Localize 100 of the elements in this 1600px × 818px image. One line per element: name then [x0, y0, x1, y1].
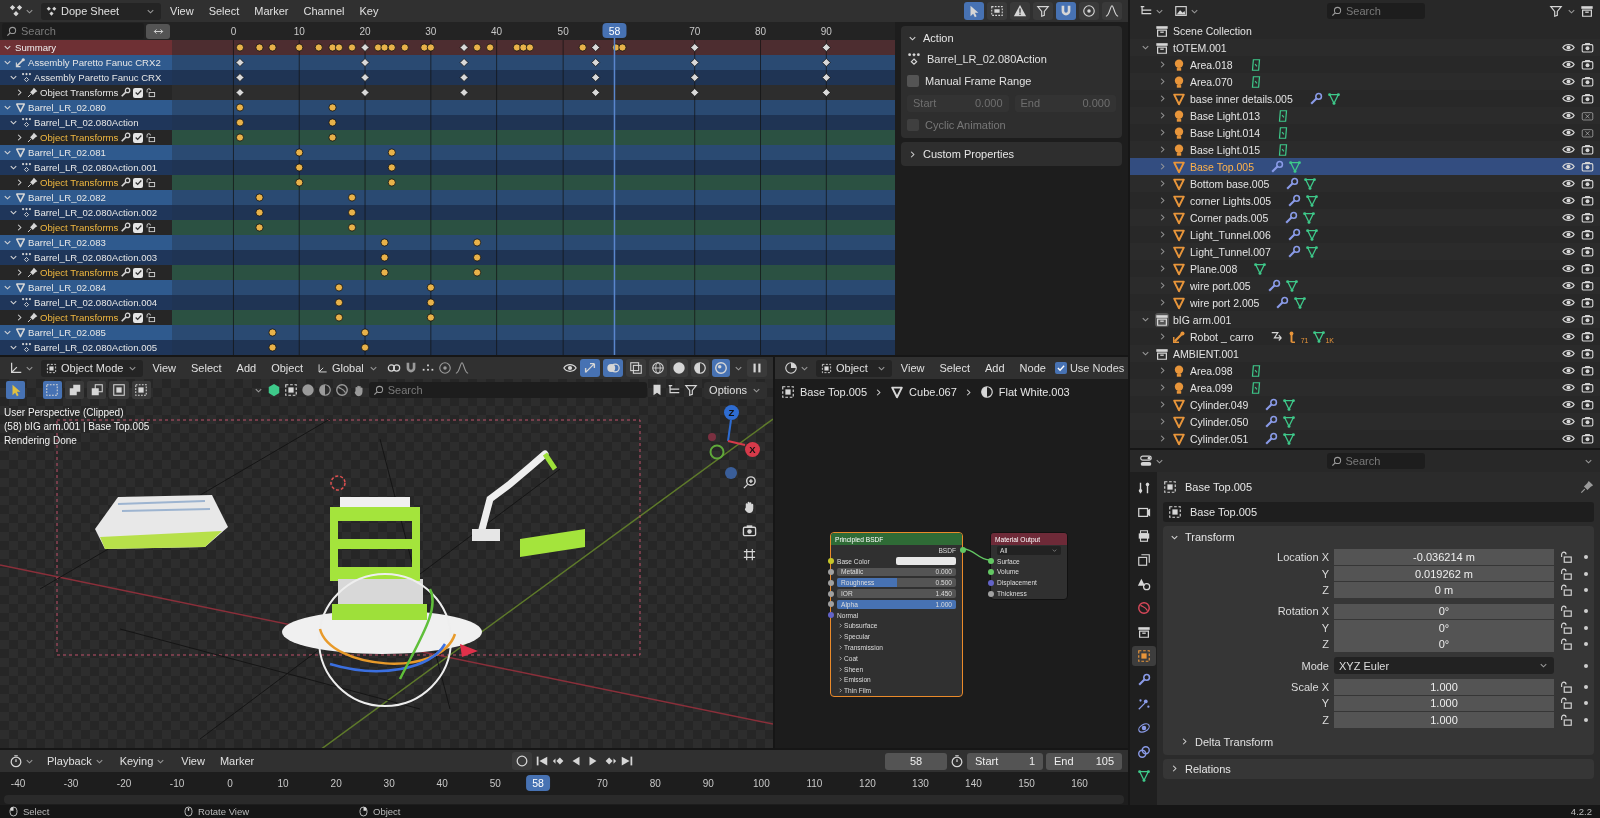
panel-title: Action — [923, 32, 954, 44]
frame-number: 80 — [754, 26, 767, 37]
number-field[interactable]: 0 m — [1334, 582, 1554, 598]
action-name: Barrel_LR_02.080Action — [927, 53, 1047, 65]
menu-item[interactable]: View — [175, 753, 211, 769]
menu-item[interactable]: Node — [1013, 360, 1052, 376]
search-field[interactable]: Search — [2, 23, 144, 39]
channel-row[interactable]: Barrel_LR_02.084 — [0, 280, 172, 295]
editor-mode-dropdown[interactable]: Dope Sheet — [41, 2, 161, 20]
orientation-dropdown[interactable]: Global — [312, 359, 384, 377]
property-label: Location X — [1276, 551, 1329, 564]
viewport-info-text: (58) bIG arm.001 | Base Top.005 — [4, 421, 150, 432]
menu-item[interactable]: Marker — [213, 753, 261, 769]
panel-title: Delta Transform — [1195, 735, 1274, 748]
channel-row[interactable]: Barrel_LR_02.080Action.003 — [0, 250, 172, 265]
number-field[interactable]: 0° — [1334, 619, 1554, 636]
start-frame-field[interactable]: Start 1 — [967, 752, 1043, 770]
menu-item[interactable]: Marker — [248, 3, 295, 19]
channel-label: Assembly Paretto Fanuc CRX — [34, 72, 162, 83]
channel-row[interactable]: Barrel_LR_02.080Action.005 — [0, 340, 172, 355]
outliner-item-name: Cylinder.049 — [1190, 398, 1249, 411]
axis-button[interactable]: X — [745, 442, 760, 457]
frame-number: 10 — [277, 778, 289, 789]
channel-row[interactable]: Barrel_LR_02.080 — [0, 100, 172, 115]
outliner-row[interactable]: corner Lights.005 — [1130, 192, 1600, 209]
menu-item[interactable]: Add — [979, 360, 1011, 376]
channel-row[interactable]: Barrel_LR_02.080Action — [0, 115, 172, 130]
outliner-row[interactable]: Base Light.014 — [1130, 124, 1600, 141]
menu-item[interactable]: Playback — [41, 753, 111, 769]
menu-item[interactable]: Select — [933, 360, 977, 376]
frame-number: -30 — [63, 778, 79, 789]
property-label: Z — [1321, 638, 1329, 651]
shader-type-dropdown[interactable]: Object — [816, 359, 892, 377]
number-field[interactable]: 1.000 — [1334, 695, 1554, 712]
channel-row[interactable]: Barrel_LR_02.082 — [0, 190, 172, 205]
menu-item[interactable]: View — [146, 360, 183, 376]
channel-label: Barrel_LR_02.080Action.002 — [34, 207, 158, 218]
playhead[interactable]: 58 — [526, 775, 551, 791]
search-field[interactable]: Search — [368, 382, 648, 398]
menu-item[interactable]: Select — [185, 360, 228, 376]
checkbox-label: Manual Frame Range — [925, 75, 1032, 87]
outliner-row[interactable]: wire port 2.005 — [1130, 294, 1600, 311]
outliner-row[interactable]: Area.018 — [1130, 56, 1600, 73]
frame-number: 40 — [491, 26, 503, 37]
current-frame-field[interactable]: 58 — [885, 752, 947, 770]
mode-dropdown[interactable]: Object Mode — [41, 359, 144, 377]
object-name-field[interactable]: Base Top.005 — [1163, 502, 1594, 522]
channel-label: Object Transforms — [40, 87, 119, 98]
channel-row[interactable]: Barrel_LR_02.081 — [0, 145, 172, 160]
menu-item[interactable]: View — [164, 3, 200, 19]
number-field[interactable]: -0.036214 m — [1334, 549, 1554, 565]
outliner-row[interactable]: Area.098 — [1130, 362, 1600, 379]
end-frame-field[interactable]: End 105 — [1046, 752, 1122, 770]
frame-number: -10 — [169, 778, 185, 789]
outliner-row[interactable]: Plane.008 — [1130, 260, 1600, 277]
mode-dropdown[interactable]: XYZ Euler — [1334, 657, 1554, 675]
channel-label: Barrel_LR_02.080 — [28, 102, 106, 113]
outliner-item-name: wire port 2.005 — [1190, 296, 1260, 309]
channel-label: Object Transforms — [40, 312, 119, 323]
number-field[interactable]: 0° — [1334, 603, 1554, 620]
search-field[interactable]: Search — [1326, 453, 1425, 469]
number-field[interactable]: 1.000 — [1334, 679, 1554, 695]
channel-row[interactable]: Barrel_LR_02.080Action.001 — [0, 160, 172, 175]
property-label: Scale X — [1290, 680, 1329, 693]
channel-row[interactable]: Barrel_LR_02.085 — [0, 325, 172, 340]
outliner-row[interactable]: Cylinder.051 — [1130, 430, 1600, 447]
outliner-row[interactable]: Cylinder.049 — [1130, 396, 1600, 413]
channel-row[interactable]: Barrel_LR_02.083 — [0, 235, 172, 250]
menu-item[interactable]: Key — [353, 3, 385, 19]
property-label: Y — [1320, 697, 1329, 710]
menu-item[interactable]: Object — [265, 360, 309, 376]
channel-row[interactable]: Assembly Paretto Fanuc CRX2 — [0, 55, 172, 70]
outliner-row[interactable]: Light_Tunnel.006 — [1130, 226, 1600, 243]
channel-row[interactable]: Assembly Paretto Fanuc CRX — [0, 70, 172, 85]
outliner-item-name: base inner details.005 — [1190, 92, 1293, 105]
channel-row[interactable]: Summary — [0, 40, 172, 55]
channel-label: Object Transforms — [40, 177, 119, 188]
outliner-item-name: tOTEM.001 — [1173, 41, 1227, 54]
status-hint: Select — [23, 806, 50, 817]
channel-label: Object Transforms — [40, 267, 119, 278]
playhead[interactable]: 58 — [602, 23, 627, 355]
outliner-row[interactable]: Base Top.005 — [1130, 158, 1600, 175]
outliner-row[interactable]: base inner details.005 — [1130, 90, 1600, 107]
search-field[interactable]: Search — [1327, 3, 1425, 19]
menu-item[interactable]: Keying — [113, 753, 173, 769]
options-dropdown[interactable]: Options — [704, 381, 767, 399]
menu-item[interactable]: View — [894, 360, 931, 376]
menu-item[interactable]: Add — [230, 360, 263, 376]
panel-title: Custom Properties — [923, 148, 1015, 160]
number-field[interactable]: 1.000 — [1334, 711, 1554, 728]
panel-title: Relations — [1185, 762, 1231, 775]
menu-item[interactable]: Select — [202, 3, 246, 19]
axis-button[interactable]: Z — [724, 405, 739, 420]
channel-row[interactable]: Barrel_LR_02.080Action.004 — [0, 295, 172, 310]
number-field[interactable]: 0.019262 m — [1334, 565, 1554, 582]
number-field[interactable]: 0° — [1334, 636, 1554, 652]
menu-item[interactable]: Channel — [297, 3, 351, 19]
channel-row[interactable]: Barrel_LR_02.080Action.002 — [0, 205, 172, 220]
viewport-info-text: User Perspective (Clipped) — [4, 407, 125, 418]
outliner-item-name: wire port.005 — [1190, 279, 1251, 292]
